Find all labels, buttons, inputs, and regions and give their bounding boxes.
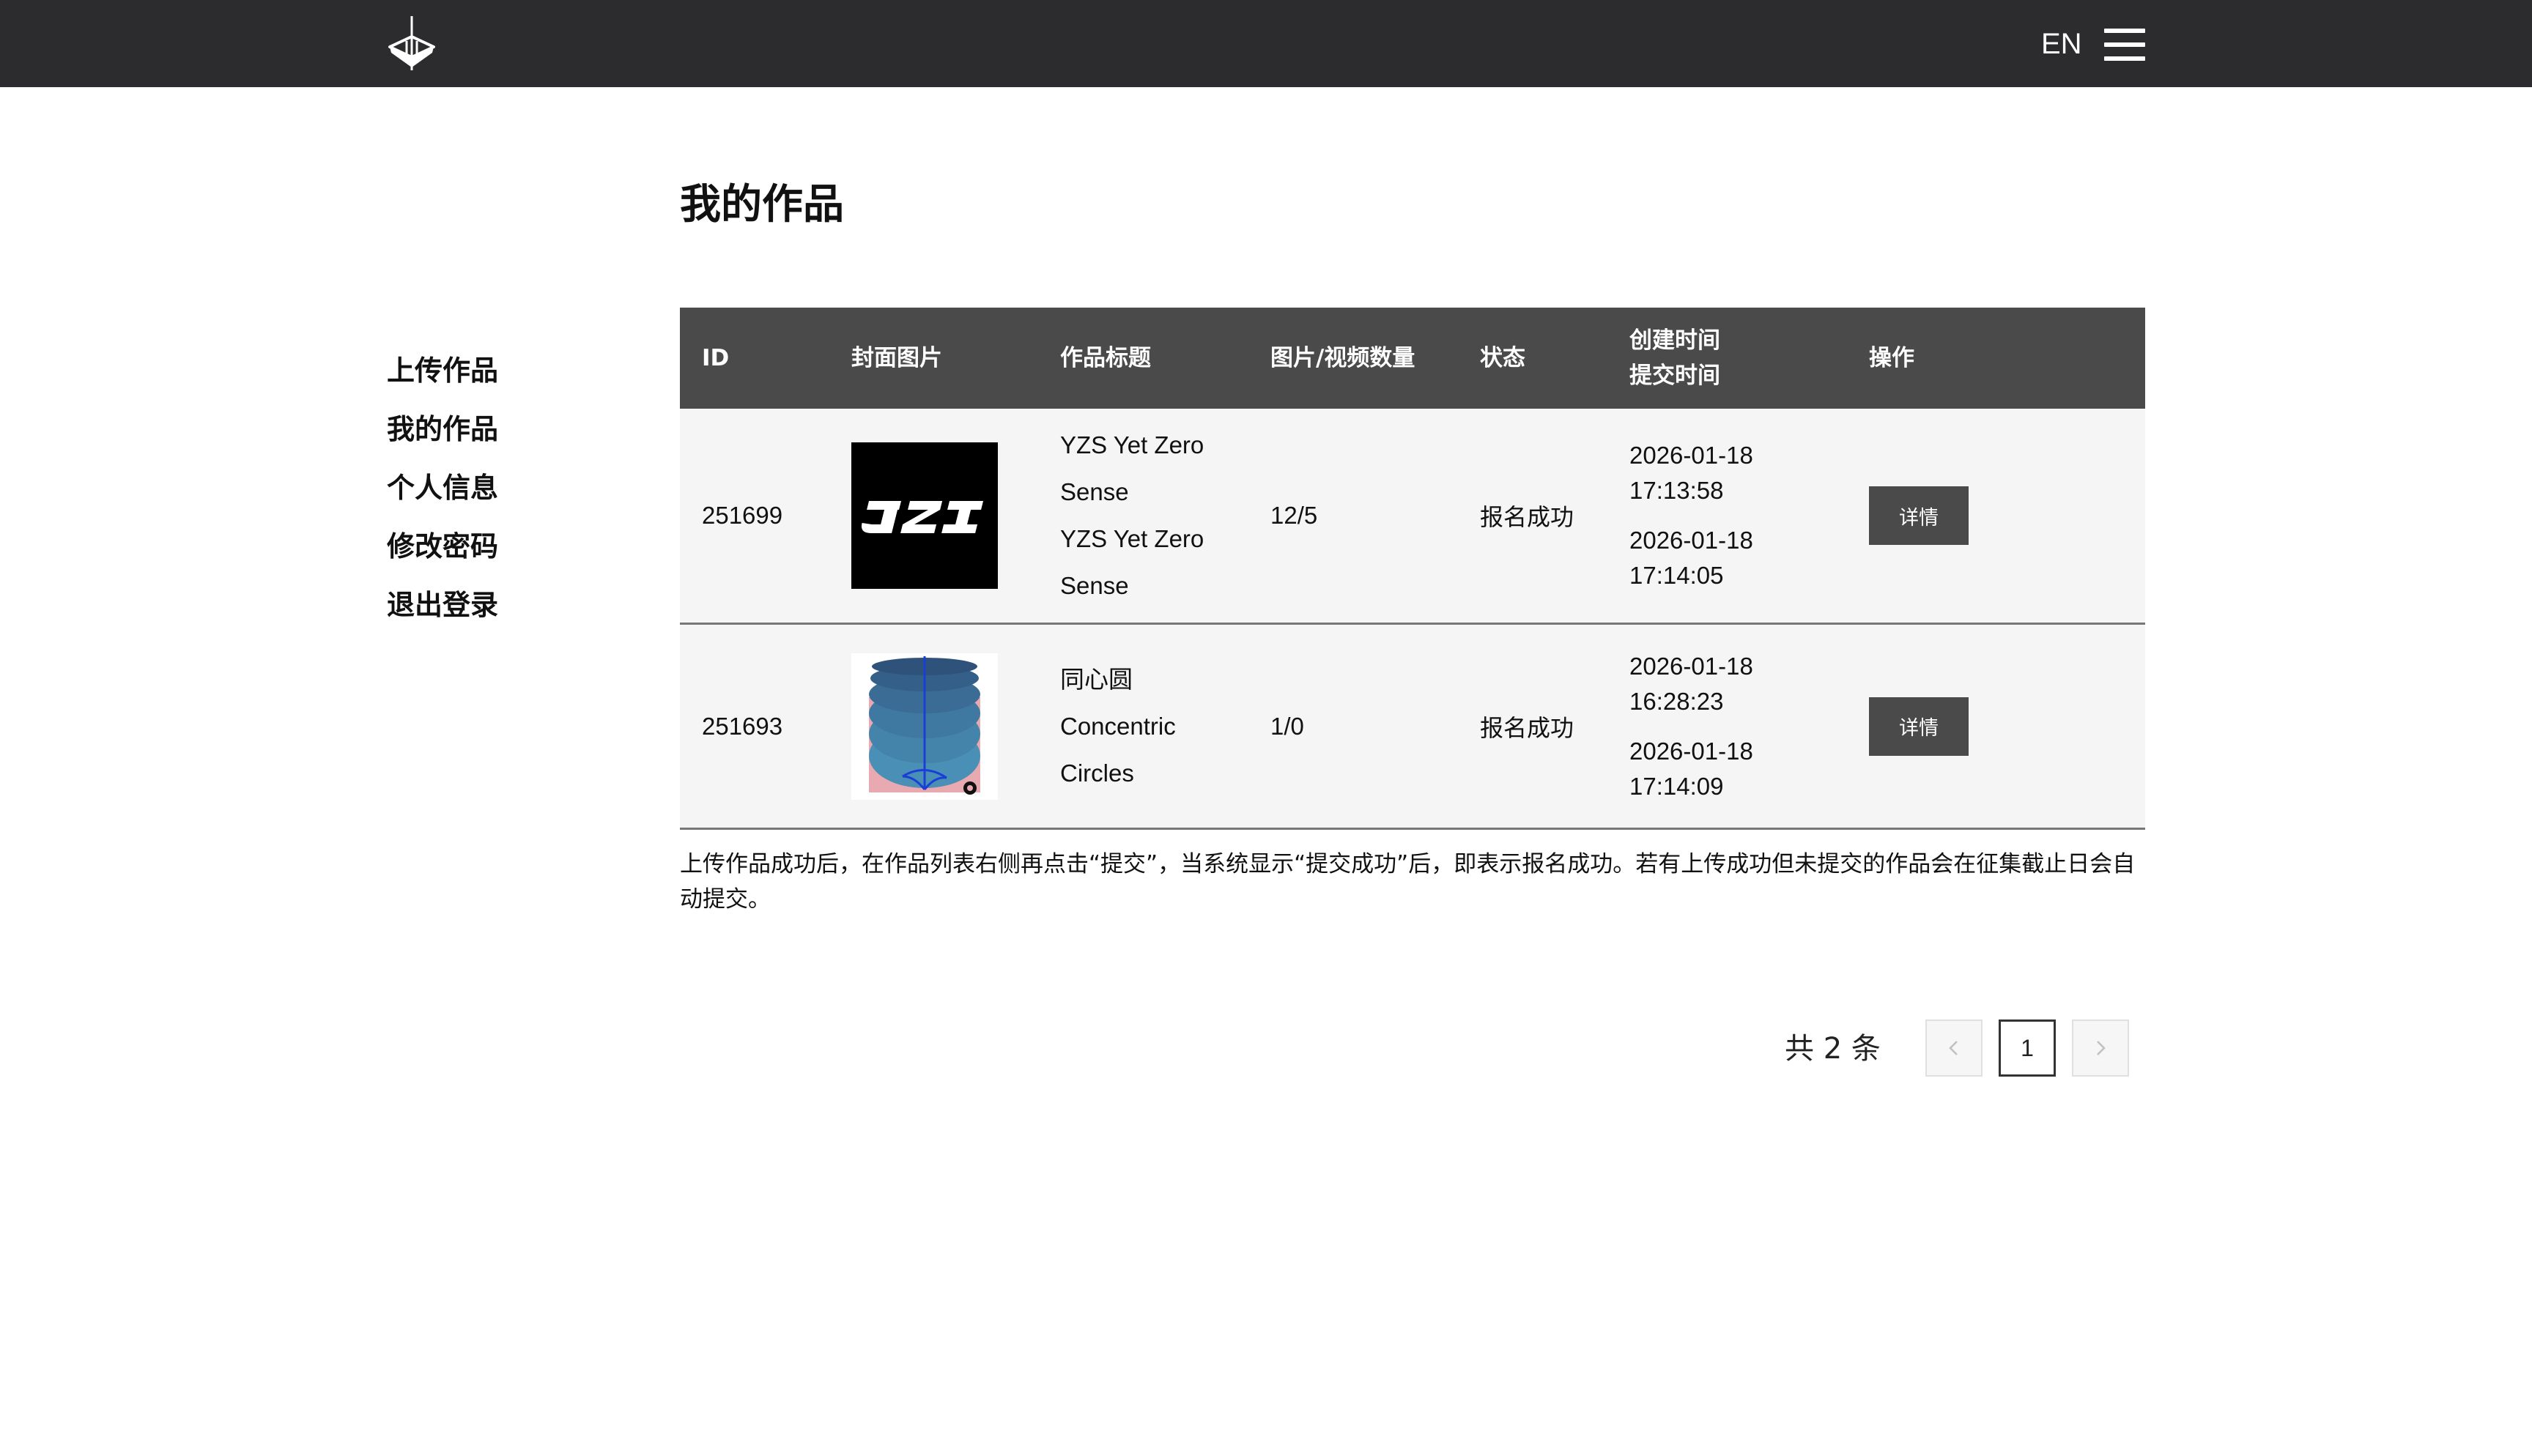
page-title: 我的作品 [680,181,844,229]
table-row: 251693 同心圆 Concentric Circles 1/0 报名成功 2… [680,625,2145,830]
cover-thumbnail-yzs[interactable] [851,442,998,589]
hamburger-menu-icon[interactable] [2104,29,2145,61]
work-title: YZS Yet Zero Sense YZS Yet Zero Sense [1060,431,1204,599]
next-page-button[interactable] [2072,1019,2129,1077]
language-switch[interactable]: EN [2041,26,2082,62]
top-navigation-bar: EN [0,0,2532,87]
media-count: 1/0 [1270,712,1304,740]
created-time: 16:28:23 [1629,687,1724,715]
sidebar-item-profile[interactable]: 个人信息 [387,458,607,517]
table-row: 251699 YZS Yet Zero Sense YZS Yet Zero S… [680,409,2145,625]
page-number-button[interactable]: 1 [1999,1019,2056,1077]
sidebar-item-upload-work[interactable]: 上传作品 [387,341,607,400]
works-table: ID 封面图片 作品标题 图片/视频数量 状态 创建时间 提交时间 操作 251… [680,308,2145,830]
column-header-media-count: 图片/视频数量 [1270,345,1415,371]
time-info: 2026-01-18 17:13:58 2026-01-18 17:14:05 [1629,409,1753,623]
created-time: 17:13:58 [1629,477,1724,504]
column-header-title: 作品标题 [1060,345,1151,371]
cover-thumbnail-concentric-circles[interactable] [851,653,998,800]
submitted-date: 2026-01-18 [1629,527,1753,554]
work-title: 同心圆 Concentric Circles [1060,664,1176,787]
detail-button[interactable]: 详情 [1869,697,1969,756]
cover-image[interactable] [851,625,998,828]
brand-logo-icon[interactable] [387,15,437,72]
time-info: 2026-01-18 16:28:23 2026-01-18 17:14:09 [1629,625,1753,828]
status-text: 报名成功 [1480,503,1574,531]
column-header-created: 创建时间 [1629,327,1720,354]
column-header-cover: 封面图片 [851,345,942,371]
action-cell: 详情 [1869,625,1969,828]
chevron-left-icon [1949,1041,1958,1055]
submitted-date: 2026-01-18 [1629,737,1753,765]
submitted-time: 17:14:05 [1629,562,1724,589]
column-header-submitted: 提交时间 [1629,363,1720,389]
total-count: 共 2 条 [1785,1032,1881,1066]
created-date: 2026-01-18 [1629,442,1753,469]
action-cell: 详情 [1869,409,1969,623]
sidebar-item-logout[interactable]: 退出登录 [387,576,607,634]
status-text: 报名成功 [1480,713,1574,742]
column-header-id: ID [702,345,730,371]
work-id: 251693 [702,712,783,740]
work-id: 251699 [702,502,783,529]
column-header-time: 创建时间 提交时间 [1629,308,1720,409]
sidebar-nav: 上传作品 我的作品 个人信息 修改密码 退出登录 [387,341,607,634]
table-header: ID 封面图片 作品标题 图片/视频数量 状态 创建时间 提交时间 操作 [680,308,2145,409]
chevron-right-icon [2097,1041,2106,1055]
created-date: 2026-01-18 [1629,652,1753,680]
column-header-status: 状态 [1480,345,1525,371]
detail-button[interactable]: 详情 [1869,486,1969,545]
cover-image[interactable] [851,409,998,623]
sidebar-item-change-password[interactable]: 修改密码 [387,517,607,576]
prev-page-button[interactable] [1925,1019,1983,1077]
submitted-time: 17:14:09 [1629,772,1724,800]
sidebar-item-my-works[interactable]: 我的作品 [387,400,607,458]
submission-notice: 上传作品成功后，在作品列表右侧再点击“提交”，当系统显示“提交成功”后，即表示报… [680,851,2136,913]
column-header-action: 操作 [1869,345,1914,371]
media-count: 12/5 [1270,502,1318,529]
